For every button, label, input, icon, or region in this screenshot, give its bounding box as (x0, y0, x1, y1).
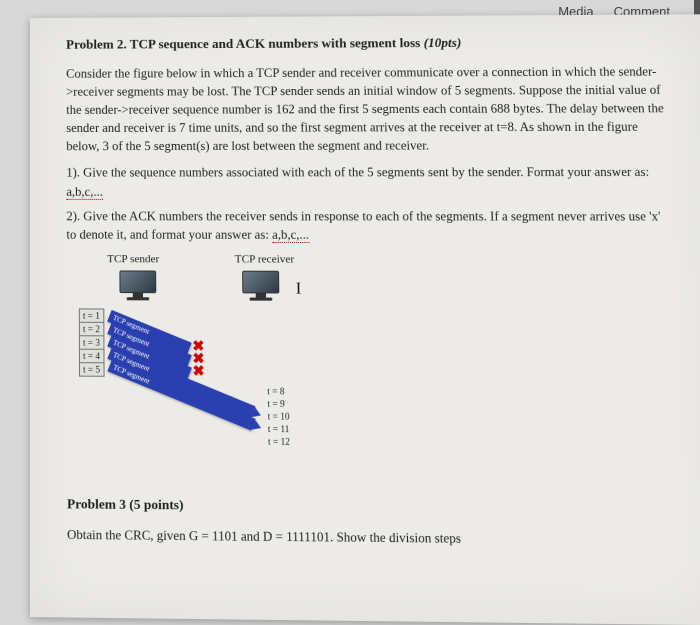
problem2-body: Consider the figure below in which a TCP… (66, 62, 670, 156)
i-annotation: I (296, 277, 302, 301)
problem2-title-text: Problem 2. TCP sequence and ACK numbers … (66, 35, 424, 52)
sender-t3: t = 3 (79, 335, 104, 350)
problem3-body: Obtain the CRC, given G = 1101 and D = 1… (67, 525, 684, 550)
problem3: Problem 3 (5 points) Obtain the CRC, giv… (67, 495, 684, 551)
sender-t4: t = 4 (79, 349, 104, 364)
tcp-diagram: TCP sender TCP receiver I t = 1 t = 2 t … (66, 252, 681, 474)
document-page: Problem 2. TCP sequence and ACK numbers … (30, 14, 700, 625)
q2-format: a,b,c,... (272, 227, 309, 242)
sender-label: TCP sender (107, 252, 159, 268)
receiver-label: TCP receiver (235, 252, 295, 269)
receiver-computer-icon (242, 271, 279, 302)
q1-lead: 1). Give the sequence numbers associated… (66, 165, 649, 180)
problem2-q1: 1). Give the sequence numbers associated… (66, 163, 671, 201)
problem2-points: (10pts) (423, 35, 461, 50)
sender-time-labels: t = 1 t = 2 t = 3 t = 4 t = 5 (79, 308, 104, 375)
problem2-title: Problem 2. TCP sequence and ACK numbers … (66, 33, 666, 55)
arrow-icon (251, 420, 262, 433)
q2-lead: 2). Give the ACK numbers the receiver se… (66, 209, 660, 242)
sender-t2: t = 2 (79, 322, 104, 337)
sender-t5: t = 5 (79, 362, 104, 377)
lost-x-icon: ✖ (193, 367, 205, 380)
segment-arrows: TCP segment✖ TCP segment✖ TCP segment✖ T… (103, 309, 269, 456)
sender-t1: t = 1 (79, 308, 104, 323)
q1-format: a,b,c,... (66, 184, 103, 199)
problem2-q2: 2). Give the ACK numbers the receiver se… (66, 207, 673, 245)
problem3-title: Problem 3 (5 points) (67, 495, 683, 520)
sender-computer-icon (119, 270, 156, 301)
